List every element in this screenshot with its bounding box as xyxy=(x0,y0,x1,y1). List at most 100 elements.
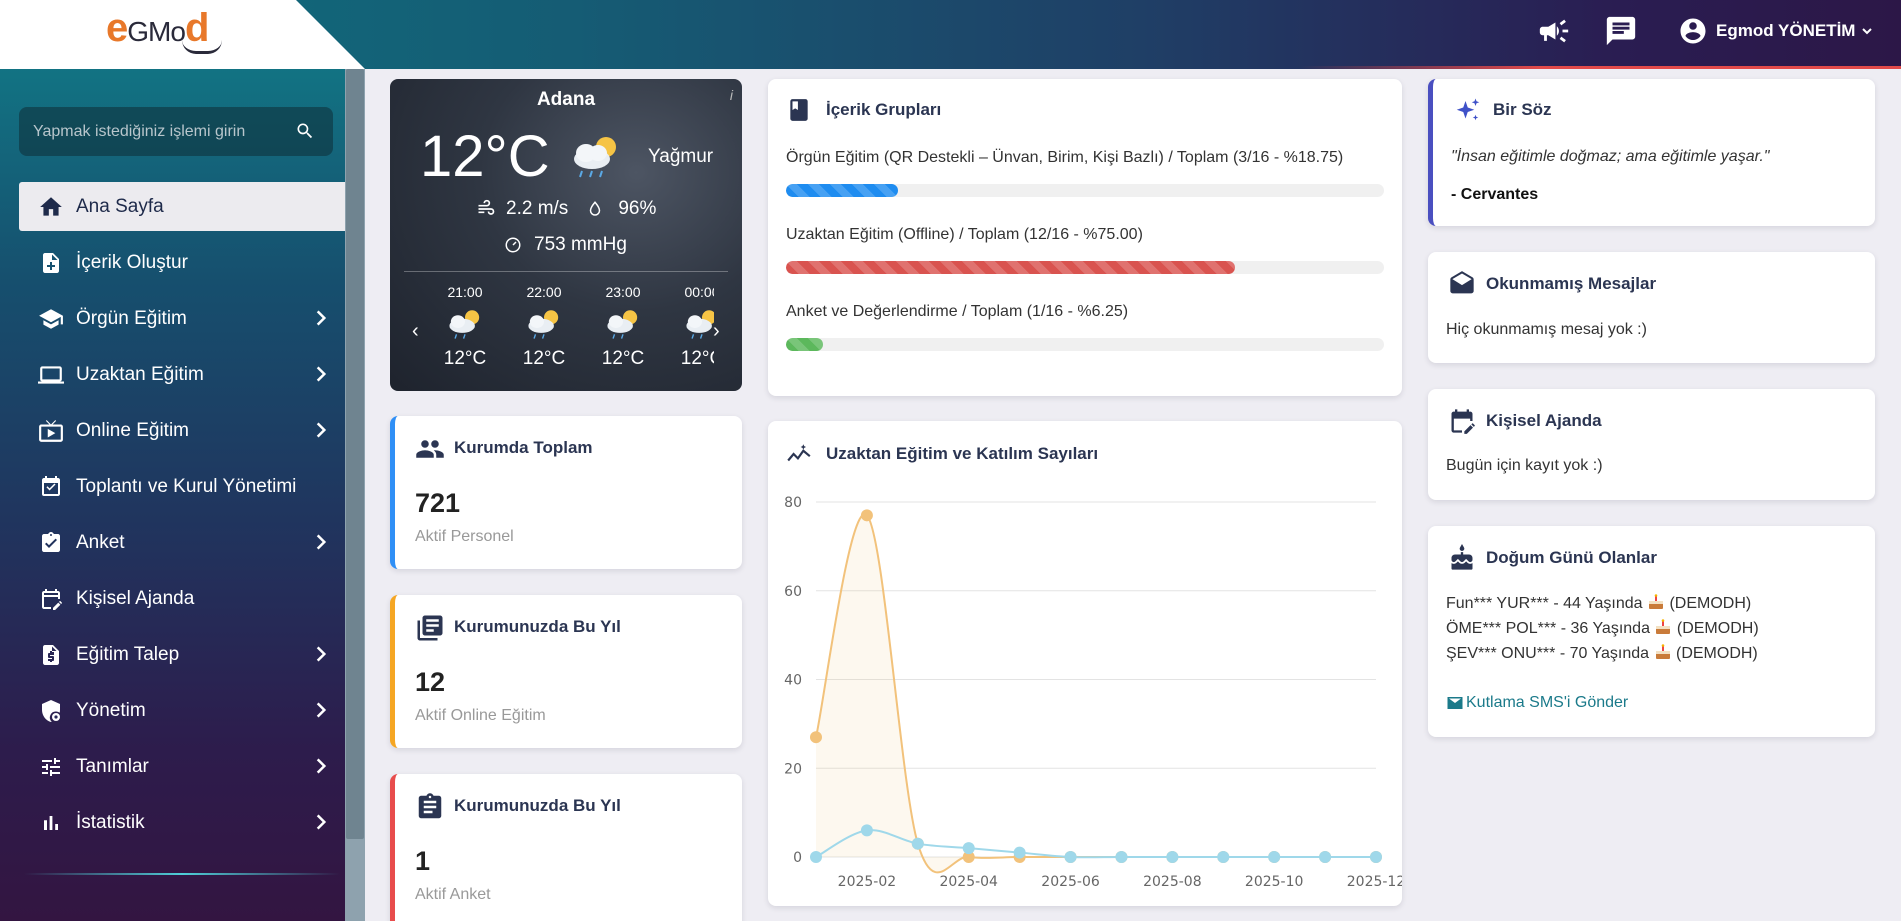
weather-humidity: 96% xyxy=(618,198,657,219)
request-dollar-icon xyxy=(38,642,64,668)
chart-point xyxy=(860,509,873,522)
chart-x-tick-label: 2025-02 xyxy=(838,874,897,890)
cloud-sun-rain-icon xyxy=(449,310,480,339)
chart-y-tick-label: 20 xyxy=(784,761,802,777)
chart-point xyxy=(1064,851,1077,863)
cake-emoji-icon xyxy=(1649,594,1664,609)
progress-track xyxy=(786,184,1384,197)
sidebar-item-istatistik[interactable]: İstatistik xyxy=(19,798,345,847)
stat-label: Aktif Anket xyxy=(415,886,491,903)
hourly-item: 22:00 12°C xyxy=(509,284,579,370)
search-icon[interactable] xyxy=(295,121,315,141)
home-icon xyxy=(38,194,64,220)
birthday-org: (DEMODH) xyxy=(1675,645,1758,662)
user-name: Egmod YÖNETİM xyxy=(1716,21,1856,40)
sidebar-divider xyxy=(24,873,340,875)
chart-point xyxy=(1166,851,1179,863)
sidebar-item-online-egitim[interactable]: Online Eğitim xyxy=(19,406,345,455)
library-books-icon xyxy=(417,615,443,641)
weather-next-arrow[interactable]: › xyxy=(713,320,720,343)
stat-title: Kurumda Toplam xyxy=(454,438,593,457)
sidebar-item-uzaktan-egitim[interactable]: Uzaktan Eğitim xyxy=(19,350,345,399)
birthday-person: ŞEV*** ONU*** - 70 Yaşında xyxy=(1446,645,1650,662)
sidebar-item-icerik-olustur[interactable]: İçerik Oluştur xyxy=(19,238,345,287)
cake-emoji-icon xyxy=(1656,619,1671,634)
sidebar-item-tanimlar[interactable]: Tanımlar xyxy=(19,742,345,791)
chart-y-tick-label: 60 xyxy=(784,584,802,600)
sidebar: Ana Sayfa İçerik Oluştur Örgün Eğitim Uz… xyxy=(0,69,365,921)
chart-point xyxy=(1370,851,1382,863)
sparkles-icon xyxy=(1456,98,1480,121)
chart-x-tick-label: 2025-04 xyxy=(939,874,998,890)
chevron-right-icon xyxy=(316,310,327,326)
bar-chart-icon xyxy=(38,810,64,836)
content-groups-card: İçerik Grupları Örgün Eğitim (QR Destekl… xyxy=(768,79,1402,396)
stat-card-anket: Kurumunuzda Bu Yıl 1 Aktif Anket xyxy=(390,774,742,921)
sidebar-item-toplanti[interactable]: Toplantı ve Kurul Yönetimi xyxy=(19,462,345,511)
chart-point xyxy=(1115,851,1128,863)
mail-open-icon xyxy=(1450,271,1474,294)
card-title: Bir Söz xyxy=(1493,100,1552,119)
laptop-icon xyxy=(38,362,64,388)
chart-point xyxy=(1319,851,1332,863)
sidebar-item-label: Ana Sayfa xyxy=(76,195,164,217)
sidebar-item-kisisel-ajanda[interactable]: Kişisel Ajanda xyxy=(19,574,345,623)
shield-settings-icon xyxy=(38,698,64,724)
messages-card: Okunmamış Mesajlar Hiç okunmamış mesaj y… xyxy=(1428,252,1875,363)
megaphone-icon[interactable] xyxy=(1537,14,1571,48)
weather-widget: Adana i 12°C Yağmur 2.2 m/s 96% 753 mmHg… xyxy=(390,79,742,391)
sliders-icon xyxy=(38,754,64,780)
info-icon[interactable]: i xyxy=(730,87,733,103)
search-box[interactable] xyxy=(19,107,333,156)
weather-hourly-forecast: 21:00 12°C 22:00 12°C 23:00 12°C 00:00 1… xyxy=(430,284,714,384)
hourly-item: 21:00 12°C xyxy=(430,284,500,370)
progress-fill xyxy=(786,338,824,351)
weather-description: Yağmur xyxy=(648,146,714,167)
hourly-item: 00:00 12°C xyxy=(667,284,714,370)
sidebar-item-egitim-talep[interactable]: Eğitim Talep xyxy=(19,630,345,679)
sidebar-item-anket[interactable]: Anket xyxy=(19,518,345,567)
birthday-person: ÖME*** POL*** - 36 Yaşında xyxy=(1446,620,1650,637)
search-input[interactable] xyxy=(33,107,293,156)
user-menu[interactable]: Egmod YÖNETİM xyxy=(1678,14,1873,48)
stat-label: Aktif Online Eğitim xyxy=(415,707,546,724)
sidebar-item-label: Toplantı ve Kurul Yönetimi xyxy=(76,475,297,497)
line-chart[interactable]: 0 20 40 60 80 2025-02 2025-04 2025-06 2025-08 202… xyxy=(768,421,1402,906)
stat-card-personel: Kurumda Toplam 721 Aktif Personel xyxy=(390,416,742,569)
progress-label: Anket ve Değerlendirme / Toplam (1/16 - … xyxy=(786,303,1129,320)
birthday-person: Fun*** YUR*** - 44 Yaşında xyxy=(1446,595,1643,612)
chart-x-tick-label: 2025-08 xyxy=(1143,874,1202,890)
sidebar-item-yonetim[interactable]: Yönetim xyxy=(19,686,345,735)
sidebar-item-ana-sayfa[interactable]: Ana Sayfa xyxy=(19,182,345,231)
progress-fill xyxy=(786,184,899,197)
sidebar-item-label: Yönetim xyxy=(76,699,146,721)
birthday-org: (DEMODH) xyxy=(1676,620,1759,637)
people-icon xyxy=(416,440,444,458)
chart-point xyxy=(911,837,924,850)
top-bar-accent-line xyxy=(1300,66,1901,69)
hourly-temp: 12°C xyxy=(522,348,566,369)
chart-point xyxy=(810,851,822,863)
clipboard-list-icon xyxy=(418,793,442,819)
birthday-org: (DEMODH) xyxy=(1669,595,1752,612)
chevron-right-icon xyxy=(316,758,327,774)
quote-author: - Cervantes xyxy=(1451,186,1539,203)
clipboard-check-icon xyxy=(38,530,64,556)
book-icon xyxy=(790,99,808,121)
chat-icon[interactable] xyxy=(1604,14,1638,48)
wind-icon xyxy=(478,199,495,215)
user-avatar-icon xyxy=(1680,18,1706,44)
stat-value: 721 xyxy=(415,488,461,518)
chart-y-tick-label: 0 xyxy=(793,850,802,866)
humidity-icon xyxy=(590,201,601,216)
weather-wind: 2.2 m/s xyxy=(506,198,569,219)
sidebar-scrollbar-thumb[interactable] xyxy=(346,69,364,839)
weather-prev-arrow[interactable]: ‹ xyxy=(412,320,419,343)
chart-series-area xyxy=(816,514,1376,873)
sidebar-menu: Ana Sayfa İçerik Oluştur Örgün Eğitim Uz… xyxy=(19,182,345,854)
chevron-down-icon xyxy=(1862,28,1873,35)
sidebar-item-orgun-egitim[interactable]: Örgün Eğitim xyxy=(19,294,345,343)
agenda-empty-text: Bugün için kayıt yok :) xyxy=(1446,457,1603,474)
send-sms-link[interactable]: Kutlama SMS'i Gönder xyxy=(1446,694,1628,712)
cloud-sun-rain-icon xyxy=(528,310,559,339)
